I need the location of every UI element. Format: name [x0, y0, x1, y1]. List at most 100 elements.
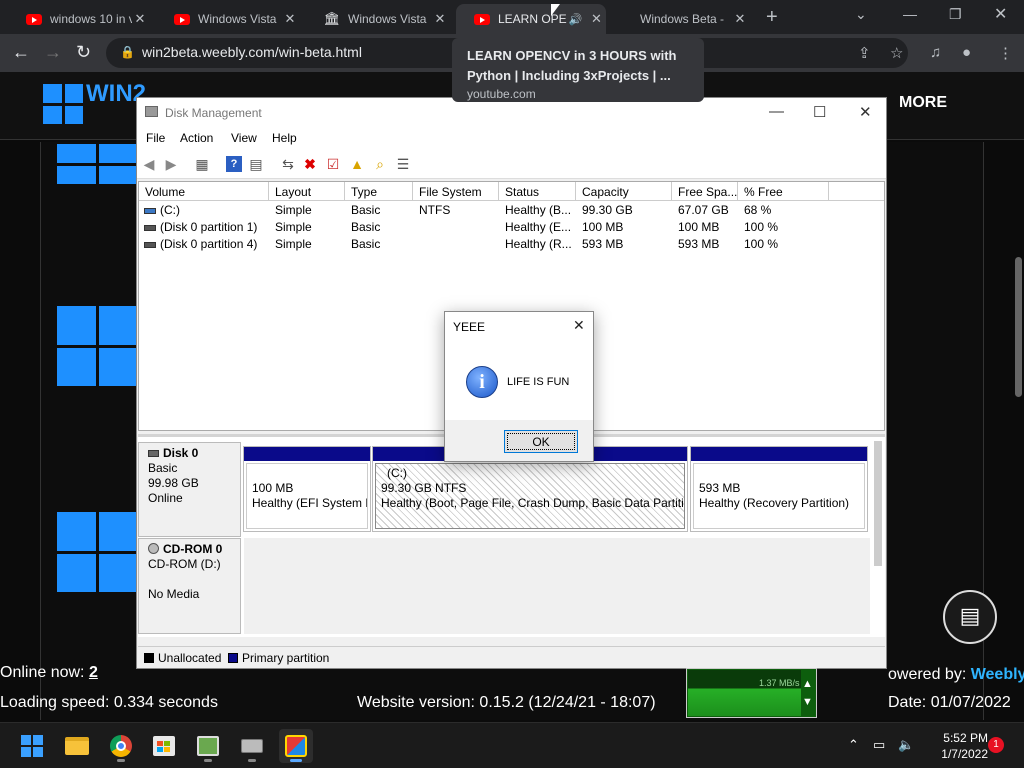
youtube-icon [174, 11, 190, 27]
close-icon[interactable]: ✕ [859, 103, 872, 121]
partition-recovery[interactable]: 593 MB Healthy (Recovery Partition) [690, 446, 868, 532]
disk-graphical-view: Disk 0 Basic 99.98 GB Online 100 MB Heal… [138, 434, 885, 637]
volume-free: 100 MB [678, 220, 720, 234]
ok-button[interactable]: OK [504, 430, 578, 453]
bookmark-star-icon[interactable]: ☆ [890, 44, 903, 62]
file-explorer-icon[interactable] [60, 729, 94, 763]
column-header[interactable]: Status [499, 182, 576, 201]
forward-button[interactable]: → [44, 42, 62, 63]
clock-time: 5:52 PM [943, 731, 988, 745]
volume-row[interactable]: (Disk 0 partition 1) Simple Basic Health… [139, 218, 884, 235]
url-text: win2beta.weebly.com/win-beta.html [142, 44, 362, 60]
disk0-type: Basic [148, 461, 178, 475]
page-scrollbar[interactable] [1015, 257, 1022, 397]
close-tab-icon[interactable]: ✕ [732, 11, 748, 27]
volume-row[interactable]: (Disk 0 partition 4) Simple Basic Health… [139, 235, 884, 252]
window-title-bar[interactable]: Disk Management — ☐ ✕ [137, 98, 886, 127]
browser-tab[interactable]: 🏛 Windows Vista ✕ [306, 4, 456, 34]
column-header[interactable]: % Free [738, 182, 829, 201]
store-icon[interactable] [147, 729, 181, 763]
column-header[interactable]: Type [345, 182, 413, 201]
partition-efi[interactable]: 100 MB Healthy (EFI System P [243, 446, 371, 532]
properties-icon[interactable]: ▤ [248, 156, 264, 172]
show-hidden-icons-icon[interactable]: ⌃ [848, 737, 859, 753]
volume-layout: Simple [275, 237, 312, 251]
windows-logo-icon[interactable] [43, 84, 83, 124]
clock[interactable]: 5:52 PM 1/7/2022 [924, 730, 988, 762]
loading-speed: Loading speed: 0.334 seconds [0, 694, 218, 711]
column-header[interactable]: File System [413, 182, 499, 201]
volume-icon[interactable]: 🔈 [898, 737, 914, 753]
chrome-icon[interactable] [104, 729, 138, 763]
search-folder-icon[interactable]: ⌕ [372, 156, 388, 172]
column-header[interactable]: Free Spa... [672, 182, 738, 201]
profile-icon[interactable]: ● [962, 44, 971, 61]
close-window-icon[interactable]: ✕ [994, 4, 1007, 24]
browser-tab[interactable]: windows 10 in v ✕ [8, 4, 156, 34]
close-tab-icon[interactable]: ✕ [282, 11, 298, 27]
chat-icon[interactable]: ▤ [943, 590, 997, 644]
minimize-icon[interactable]: — [903, 6, 917, 22]
back-button[interactable]: ← [12, 42, 30, 63]
connect-icon[interactable]: ⇆ [280, 156, 296, 172]
browser-tab-active[interactable]: LEARN OPE 🔊 ✕ [456, 4, 606, 34]
column-header[interactable]: Capacity [576, 182, 672, 201]
volume-status: Healthy (E... [505, 220, 572, 234]
start-icon[interactable] [15, 729, 49, 763]
browser-tab[interactable]: Windows Beta - ✕ [606, 4, 756, 34]
volume-name: (Disk 0 partition 1) [144, 220, 257, 234]
media-control-icon[interactable]: ♫ [930, 44, 941, 61]
folder-up-icon[interactable]: ▲ [349, 156, 365, 172]
column-header[interactable]: Volume [139, 182, 269, 201]
back-arrow-icon[interactable]: ◀ [141, 156, 157, 172]
browser-tab[interactable]: Windows Vista ✕ [156, 4, 306, 34]
cdrom-media-area [244, 538, 870, 634]
share-icon[interactable]: ⇪ [858, 44, 871, 62]
disk-view-scrollbar[interactable] [874, 441, 882, 566]
forward-arrow-icon[interactable]: ▶ [163, 156, 179, 172]
youtube-icon [26, 11, 42, 27]
menu-action[interactable]: Action [180, 131, 213, 145]
site-date: Date: 01/07/2022 [888, 694, 1011, 711]
network-monitor-widget[interactable]: 1.37 MB/s ▲ ▼ [686, 668, 817, 718]
speaker-icon[interactable]: 🔊 [569, 13, 583, 26]
menu-file[interactable]: File [146, 131, 165, 145]
tab-search-icon[interactable]: ⌄ [855, 6, 867, 23]
notification-badge[interactable]: 1 [988, 737, 1004, 753]
browser-tab-bar: windows 10 in v ✕ Windows Vista ✕ 🏛 Wind… [0, 0, 1024, 34]
restore-icon[interactable]: ❐ [949, 6, 962, 23]
help-icon[interactable]: ? [226, 156, 242, 172]
partition-status: Healthy (EFI System P [252, 496, 368, 510]
menu-view[interactable]: View [231, 131, 257, 145]
close-tab-icon[interactable]: ✕ [132, 11, 148, 27]
volume-drive-icon [144, 241, 156, 248]
close-icon[interactable]: ✕ [573, 317, 585, 334]
network-icon[interactable]: ▭ [873, 737, 885, 753]
disk0-label[interactable]: Disk 0 Basic 99.98 GB Online [138, 442, 241, 537]
disk-management-icon[interactable] [235, 729, 269, 763]
message-box-footer: OK [445, 420, 593, 461]
close-tab-icon[interactable]: ✕ [432, 11, 448, 27]
volume-row[interactable]: (C:) Simple Basic NTFS Healthy (B... 99.… [139, 201, 884, 218]
close-tab-icon[interactable]: ✕ [588, 11, 604, 27]
new-tab-button[interactable]: + [766, 6, 778, 29]
powered-by: owered by: Weebly [888, 666, 1024, 683]
menu-dots-icon[interactable]: ⋮ [998, 44, 1013, 62]
lock-icon[interactable]: 🔒 [120, 45, 135, 59]
app-installer-icon[interactable] [191, 729, 225, 763]
console-tree-icon[interactable]: ▦ [194, 156, 210, 172]
python-app-icon[interactable] [279, 729, 313, 763]
nav-more-link[interactable]: MORE [899, 94, 947, 112]
reload-button[interactable]: ↻ [76, 42, 91, 63]
check-icon[interactable]: ☑ [325, 156, 341, 172]
windows-logo-icon [57, 144, 137, 184]
list-view-icon[interactable]: ☰ [395, 156, 411, 172]
column-header[interactable]: Layout [269, 182, 345, 201]
cdrom-label[interactable]: CD-ROM 0 CD-ROM (D:) No Media [138, 538, 241, 634]
delete-icon[interactable]: ✖ [302, 156, 318, 172]
minimize-icon[interactable]: — [769, 103, 784, 120]
volume-type: Basic [351, 220, 381, 234]
maximize-icon[interactable]: ☐ [813, 103, 826, 121]
volume-layout: Simple [275, 203, 312, 217]
menu-help[interactable]: Help [272, 131, 297, 145]
